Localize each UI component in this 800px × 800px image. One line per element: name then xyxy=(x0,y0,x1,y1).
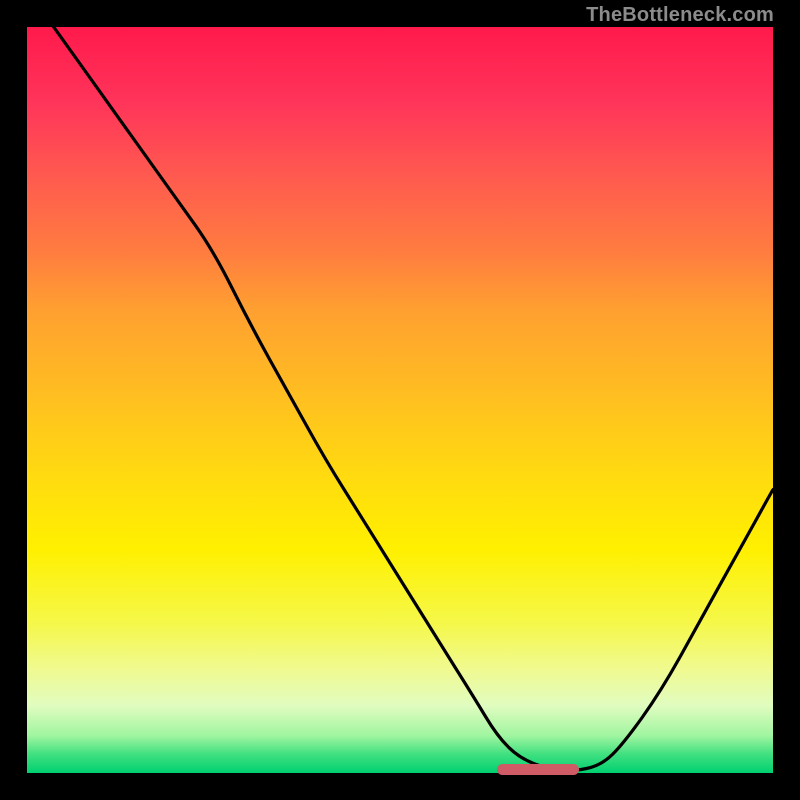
optimum-marker xyxy=(497,764,579,775)
watermark-text: TheBottleneck.com xyxy=(586,4,774,27)
bottleneck-curve xyxy=(27,27,773,773)
plot-area xyxy=(27,27,773,773)
